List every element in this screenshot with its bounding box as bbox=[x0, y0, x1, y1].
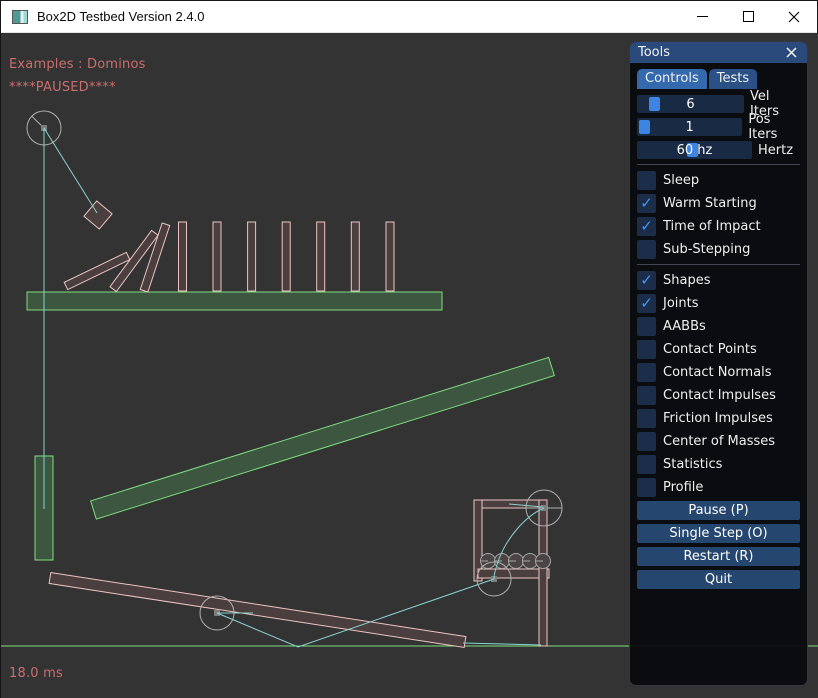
tab-bar: Controls Tests bbox=[637, 69, 799, 89]
paused-indicator: ****PAUSED**** bbox=[9, 80, 116, 95]
balls bbox=[481, 554, 551, 569]
frame-right-post bbox=[539, 500, 547, 646]
minimize-button[interactable] bbox=[679, 1, 725, 32]
separator bbox=[637, 164, 800, 165]
pendulum-box bbox=[84, 201, 112, 229]
single-step-button[interactable]: Single Step (O) bbox=[637, 524, 800, 543]
checkbox-box[interactable]: ✓ bbox=[637, 271, 656, 290]
checkbox-box[interactable] bbox=[637, 171, 656, 190]
checkbox-box[interactable] bbox=[637, 409, 656, 428]
close-icon bbox=[788, 11, 800, 23]
checkbox-box[interactable] bbox=[637, 363, 656, 382]
checkbox-aabbs[interactable]: AABBs bbox=[637, 317, 799, 336]
maximize-button[interactable] bbox=[725, 1, 771, 32]
checkbox-contact-normals[interactable]: Contact Normals bbox=[637, 363, 799, 382]
pause-button[interactable]: Pause (P) bbox=[637, 501, 800, 520]
domino bbox=[248, 222, 256, 291]
checkbox-box[interactable] bbox=[637, 455, 656, 474]
pos-iters-slider-row: 1 Pos Iters bbox=[637, 118, 799, 136]
close-button[interactable] bbox=[771, 1, 817, 32]
checkbox-box[interactable] bbox=[637, 478, 656, 497]
example-caption: Examples : Dominos bbox=[9, 57, 146, 72]
rope-pendulum bbox=[44, 128, 97, 213]
tab-tests[interactable]: Tests bbox=[709, 69, 757, 89]
vel-iters-slider[interactable]: 6 bbox=[637, 95, 744, 113]
checkbox-profile[interactable]: Profile bbox=[637, 478, 799, 497]
domino bbox=[386, 222, 394, 291]
checkbox-box[interactable]: ✓ bbox=[637, 217, 656, 236]
checkbox-sleep[interactable]: Sleep bbox=[637, 171, 799, 190]
checkbox-friction-impulses[interactable]: Friction Impulses bbox=[637, 409, 799, 428]
tools-close-button[interactable] bbox=[783, 45, 799, 61]
checkbox-contact-impulses[interactable]: Contact Impulses bbox=[637, 386, 799, 405]
checkbox-box[interactable]: ✓ bbox=[637, 294, 656, 313]
checkbox-box[interactable] bbox=[637, 386, 656, 405]
tools-panel-titlebar[interactable]: Tools bbox=[630, 42, 807, 63]
checkbox-statistics[interactable]: Statistics bbox=[637, 455, 799, 474]
hertz-label: Hertz bbox=[758, 143, 793, 158]
tools-panel-title: Tools bbox=[638, 45, 670, 60]
checkbox-center-of-masses[interactable]: Center of Masses bbox=[637, 432, 799, 451]
domino bbox=[179, 222, 187, 291]
frame-time: 18.0 ms bbox=[9, 666, 63, 681]
hertz-slider-row: 60 hz Hertz bbox=[637, 141, 799, 159]
hertz-slider[interactable]: 60 hz bbox=[637, 141, 752, 159]
pos-iters-slider[interactable]: 1 bbox=[637, 118, 742, 136]
tab-controls[interactable]: Controls bbox=[637, 69, 707, 89]
long-ramp bbox=[91, 357, 555, 519]
window-titlebar[interactable]: Box2D Testbed Version 2.4.0 bbox=[1, 1, 817, 33]
domino bbox=[351, 222, 359, 291]
checkbox-box[interactable] bbox=[637, 240, 656, 259]
domino bbox=[317, 222, 325, 291]
window-title: Box2D Testbed Version 2.4.0 bbox=[37, 9, 204, 24]
restart-button[interactable]: Restart (R) bbox=[637, 547, 800, 566]
separator bbox=[637, 264, 800, 265]
domino bbox=[213, 222, 221, 291]
app-icon bbox=[12, 10, 28, 24]
checkbox-time-of-impact[interactable]: ✓ Time of Impact bbox=[637, 217, 799, 236]
maximize-icon bbox=[743, 11, 754, 22]
dominos-platform bbox=[27, 292, 442, 310]
checkbox-shapes[interactable]: ✓ Shapes bbox=[637, 271, 799, 290]
pos-iters-label: Pos Iters bbox=[748, 112, 799, 142]
frame-structure bbox=[474, 500, 549, 646]
checkbox-box[interactable] bbox=[637, 432, 656, 451]
frame-shelf bbox=[478, 569, 549, 578]
render-area: Examples : Dominos ****PAUSED**** 18.0 m… bbox=[1, 33, 818, 698]
quit-button[interactable]: Quit bbox=[637, 570, 800, 589]
checkbox-warm-starting[interactable]: ✓ Warm Starting bbox=[637, 194, 799, 213]
vel-iters-slider-row: 6 Vel Iters bbox=[637, 95, 799, 113]
panel-close-icon bbox=[786, 47, 797, 58]
app-window: Box2D Testbed Version 2.4.0 bbox=[0, 0, 818, 698]
minimize-icon bbox=[697, 11, 708, 22]
checkbox-sub-stepping[interactable]: Sub-Stepping bbox=[637, 240, 799, 259]
checkbox-joints[interactable]: ✓ Joints bbox=[637, 294, 799, 313]
checkbox-box[interactable] bbox=[637, 317, 656, 336]
tools-panel: Tools Controls Tests 6 Vel Iters bbox=[629, 41, 808, 686]
checkbox-box[interactable]: ✓ bbox=[637, 194, 656, 213]
rope-ground bbox=[463, 643, 541, 645]
checkbox-contact-points[interactable]: Contact Points bbox=[637, 340, 799, 359]
domino bbox=[282, 222, 290, 291]
checkbox-box[interactable] bbox=[637, 340, 656, 359]
